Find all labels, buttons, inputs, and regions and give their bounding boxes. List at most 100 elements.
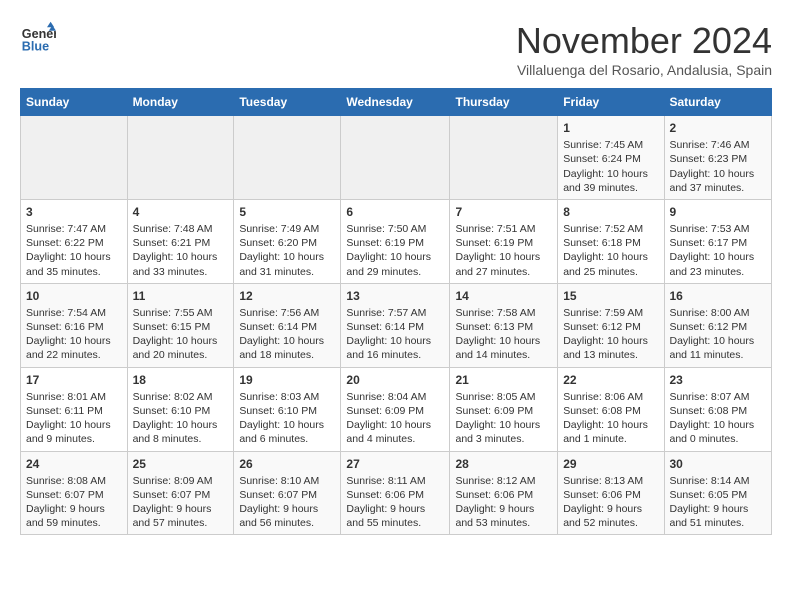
- cell-details: Sunrise: 8:00 AM Sunset: 6:12 PM Dayligh…: [670, 306, 767, 363]
- day-number: 11: [133, 288, 229, 304]
- day-number: 26: [239, 456, 335, 472]
- calendar-cell: 6 Sunrise: 7:50 AM Sunset: 6:19 PM Daylig…: [341, 199, 450, 283]
- cell-details: Sunrise: 8:07 AM Sunset: 6:08 PM Dayligh…: [670, 390, 767, 447]
- calendar-cell: 30 Sunrise: 8:14 AM Sunset: 6:05 PM Dayli…: [664, 451, 772, 535]
- cell-details: Sunrise: 7:53 AM Sunset: 6:17 PM Dayligh…: [670, 222, 767, 279]
- calendar-week-row: 10 Sunrise: 7:54 AM Sunset: 6:16 PM Dayli…: [21, 283, 772, 367]
- calendar-cell: 7Sunrise: 7:51 AM Sunset: 6:19 PM Daylig…: [450, 199, 558, 283]
- day-number: 9: [670, 204, 767, 220]
- day-number: 8: [563, 204, 658, 220]
- cell-details: Sunrise: 8:13 AM Sunset: 6:06 PM Dayligh…: [563, 474, 658, 531]
- day-number: 10: [26, 288, 122, 304]
- day-number: 5: [239, 204, 335, 220]
- calendar-cell: 9 Sunrise: 7:53 AM Sunset: 6:17 PM Daylig…: [664, 199, 772, 283]
- calendar-cell: 29 Sunrise: 8:13 AM Sunset: 6:06 PM Dayli…: [558, 451, 664, 535]
- cell-details: Sunrise: 8:09 AM Sunset: 6:07 PM Dayligh…: [133, 474, 229, 531]
- calendar-body: 1Sunrise: 7:45 AM Sunset: 6:24 PM Daylig…: [21, 116, 772, 535]
- day-number: 22: [563, 372, 658, 388]
- day-number: 17: [26, 372, 122, 388]
- weekday-header-cell: Monday: [127, 89, 234, 116]
- calendar-cell: [127, 116, 234, 200]
- calendar-cell: 5 Sunrise: 7:49 AM Sunset: 6:20 PM Daylig…: [234, 199, 341, 283]
- cell-details: Sunrise: 7:59 AM Sunset: 6:12 PM Dayligh…: [563, 306, 658, 363]
- day-number: 19: [239, 372, 335, 388]
- day-number: 14: [455, 288, 552, 304]
- calendar-cell: 21Sunrise: 8:05 AM Sunset: 6:09 PM Dayli…: [450, 367, 558, 451]
- calendar-cell: 10 Sunrise: 7:54 AM Sunset: 6:16 PM Dayli…: [21, 283, 128, 367]
- day-number: 30: [670, 456, 767, 472]
- svg-text:Blue: Blue: [22, 40, 49, 54]
- calendar-cell: 11Sunrise: 7:55 AM Sunset: 6:15 PM Dayli…: [127, 283, 234, 367]
- calendar-week-row: 3 Sunrise: 7:47 AM Sunset: 6:22 PM Daylig…: [21, 199, 772, 283]
- calendar-cell: 4Sunrise: 7:48 AM Sunset: 6:21 PM Daylig…: [127, 199, 234, 283]
- calendar-cell: 24 Sunrise: 8:08 AM Sunset: 6:07 PM Dayli…: [21, 451, 128, 535]
- logo-icon: General Blue: [20, 20, 56, 56]
- day-number: 16: [670, 288, 767, 304]
- weekday-header-cell: Saturday: [664, 89, 772, 116]
- cell-details: Sunrise: 7:57 AM Sunset: 6:14 PM Dayligh…: [346, 306, 444, 363]
- cell-details: Sunrise: 8:06 AM Sunset: 6:08 PM Dayligh…: [563, 390, 658, 447]
- logo: General Blue: [20, 20, 56, 56]
- day-number: 27: [346, 456, 444, 472]
- cell-details: Sunrise: 7:54 AM Sunset: 6:16 PM Dayligh…: [26, 306, 122, 363]
- calendar-cell: 28 Sunrise: 8:12 AM Sunset: 6:06 PM Dayli…: [450, 451, 558, 535]
- day-number: 6: [346, 204, 444, 220]
- day-number: 7: [455, 204, 552, 220]
- weekday-header-cell: Friday: [558, 89, 664, 116]
- calendar-week-row: 24 Sunrise: 8:08 AM Sunset: 6:07 PM Dayli…: [21, 451, 772, 535]
- day-number: 23: [670, 372, 767, 388]
- cell-details: Sunrise: 7:45 AM Sunset: 6:24 PM Dayligh…: [563, 138, 658, 195]
- weekday-header-cell: Thursday: [450, 89, 558, 116]
- cell-details: Sunrise: 7:46 AM Sunset: 6:23 PM Dayligh…: [670, 138, 767, 195]
- cell-details: Sunrise: 7:47 AM Sunset: 6:22 PM Dayligh…: [26, 222, 122, 279]
- day-number: 29: [563, 456, 658, 472]
- day-number: 4: [133, 204, 229, 220]
- calendar-cell: 13 Sunrise: 7:57 AM Sunset: 6:14 PM Dayli…: [341, 283, 450, 367]
- cell-details: Sunrise: 8:01 AM Sunset: 6:11 PM Dayligh…: [26, 390, 122, 447]
- calendar-cell: 15 Sunrise: 7:59 AM Sunset: 6:12 PM Dayli…: [558, 283, 664, 367]
- calendar-cell: 22 Sunrise: 8:06 AM Sunset: 6:08 PM Dayli…: [558, 367, 664, 451]
- cell-details: Sunrise: 8:03 AM Sunset: 6:10 PM Dayligh…: [239, 390, 335, 447]
- day-number: 15: [563, 288, 658, 304]
- calendar-cell: [450, 116, 558, 200]
- calendar-cell: [21, 116, 128, 200]
- day-number: 20: [346, 372, 444, 388]
- cell-details: Sunrise: 8:05 AM Sunset: 6:09 PM Dayligh…: [455, 390, 552, 447]
- day-number: 18: [133, 372, 229, 388]
- day-number: 28: [455, 456, 552, 472]
- cell-details: Sunrise: 8:11 AM Sunset: 6:06 PM Dayligh…: [346, 474, 444, 531]
- cell-details: Sunrise: 7:49 AM Sunset: 6:20 PM Dayligh…: [239, 222, 335, 279]
- calendar-cell: 18 Sunrise: 8:02 AM Sunset: 6:10 PM Dayli…: [127, 367, 234, 451]
- cell-details: Sunrise: 8:12 AM Sunset: 6:06 PM Dayligh…: [455, 474, 552, 531]
- cell-details: Sunrise: 8:08 AM Sunset: 6:07 PM Dayligh…: [26, 474, 122, 531]
- day-number: 2: [670, 120, 767, 136]
- calendar-cell: 3 Sunrise: 7:47 AM Sunset: 6:22 PM Daylig…: [21, 199, 128, 283]
- calendar-cell: 12Sunrise: 7:56 AM Sunset: 6:14 PM Dayli…: [234, 283, 341, 367]
- cell-details: Sunrise: 7:52 AM Sunset: 6:18 PM Dayligh…: [563, 222, 658, 279]
- weekday-header-cell: Sunday: [21, 89, 128, 116]
- title-section: November 2024 Villaluenga del Rosario, A…: [516, 20, 772, 78]
- calendar-cell: 17 Sunrise: 8:01 AM Sunset: 6:11 PM Dayli…: [21, 367, 128, 451]
- weekday-header-row: SundayMondayTuesdayWednesdayThursdayFrid…: [21, 89, 772, 116]
- day-number: 13: [346, 288, 444, 304]
- calendar-week-row: 1Sunrise: 7:45 AM Sunset: 6:24 PM Daylig…: [21, 116, 772, 200]
- calendar-cell: 8 Sunrise: 7:52 AM Sunset: 6:18 PM Daylig…: [558, 199, 664, 283]
- cell-details: Sunrise: 8:14 AM Sunset: 6:05 PM Dayligh…: [670, 474, 767, 531]
- calendar-cell: 25Sunrise: 8:09 AM Sunset: 6:07 PM Dayli…: [127, 451, 234, 535]
- calendar-table: SundayMondayTuesdayWednesdayThursdayFrid…: [20, 88, 772, 535]
- location-subtitle: Villaluenga del Rosario, Andalusia, Spai…: [516, 62, 772, 78]
- cell-details: Sunrise: 7:56 AM Sunset: 6:14 PM Dayligh…: [239, 306, 335, 363]
- calendar-cell: [341, 116, 450, 200]
- calendar-cell: 23 Sunrise: 8:07 AM Sunset: 6:08 PM Dayli…: [664, 367, 772, 451]
- calendar-cell: 20 Sunrise: 8:04 AM Sunset: 6:09 PM Dayli…: [341, 367, 450, 451]
- day-number: 3: [26, 204, 122, 220]
- cell-details: Sunrise: 8:10 AM Sunset: 6:07 PM Dayligh…: [239, 474, 335, 531]
- cell-details: Sunrise: 8:04 AM Sunset: 6:09 PM Dayligh…: [346, 390, 444, 447]
- month-title: November 2024: [516, 20, 772, 62]
- weekday-header-cell: Wednesday: [341, 89, 450, 116]
- day-number: 24: [26, 456, 122, 472]
- cell-details: Sunrise: 7:58 AM Sunset: 6:13 PM Dayligh…: [455, 306, 552, 363]
- cell-details: Sunrise: 8:02 AM Sunset: 6:10 PM Dayligh…: [133, 390, 229, 447]
- weekday-header-cell: Tuesday: [234, 89, 341, 116]
- cell-details: Sunrise: 7:50 AM Sunset: 6:19 PM Dayligh…: [346, 222, 444, 279]
